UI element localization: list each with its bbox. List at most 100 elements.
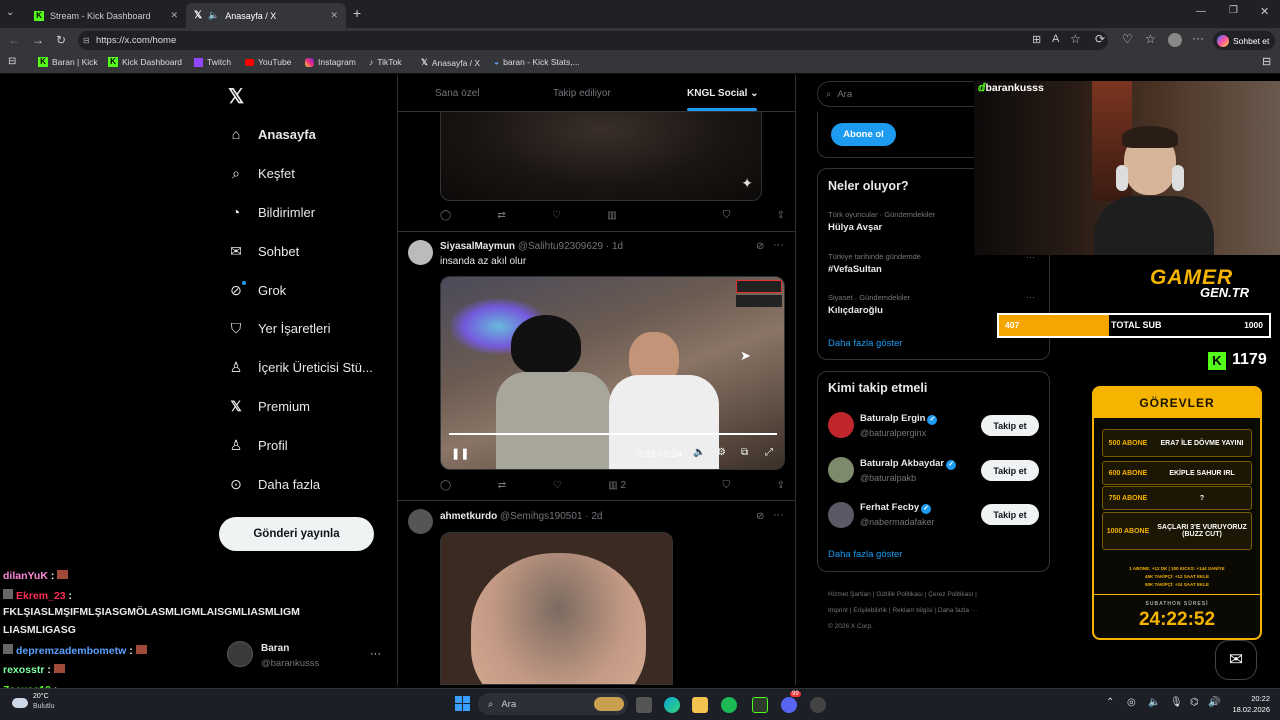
- edge-icon[interactable]: [664, 697, 680, 713]
- settings-gear-icon[interactable]: ⚙: [717, 447, 726, 458]
- messages-button[interactable]: ✉: [1215, 640, 1257, 680]
- bookmark-youtube[interactable]: YouTube: [245, 57, 291, 67]
- grok-icon[interactable]: ⊘: [756, 511, 764, 522]
- post-author-avatar[interactable]: [408, 240, 433, 265]
- more-menu-icon[interactable]: ···: [1192, 31, 1204, 45]
- reply-icon[interactable]: ◯: [440, 210, 451, 224]
- start-windows-icon[interactable]: [455, 696, 470, 711]
- follow-button[interactable]: Takip et: [981, 504, 1039, 525]
- url-field[interactable]: ⊟ https://x.com/home: [78, 31, 1108, 50]
- close-window-icon[interactable]: ✕: [1260, 5, 1269, 18]
- pause-icon[interactable]: ❚❚: [451, 447, 469, 460]
- tray-overflow-icon[interactable]: ⌃: [1106, 697, 1114, 708]
- footer-link[interactable]: Erişilebilirlik: [853, 607, 887, 614]
- bookmark-tiktok[interactable]: ♪ TikTok: [369, 57, 402, 67]
- volume-icon[interactable]: 🔈: [693, 447, 705, 458]
- tray-app-icon[interactable]: ◎: [1127, 697, 1136, 708]
- browser-essentials-icon[interactable]: ♡: [1122, 32, 1133, 46]
- like-icon[interactable]: ♡: [552, 210, 561, 224]
- follow-avatar[interactable]: [828, 412, 854, 438]
- footer-link[interactable]: Imprint: [828, 607, 848, 614]
- subscribe-button[interactable]: Abone ol: [831, 123, 896, 146]
- discord-icon[interactable]: [781, 697, 797, 713]
- like-icon[interactable]: ♡: [553, 480, 562, 494]
- post-time[interactable]: · 1d: [606, 241, 623, 252]
- new-tab-button[interactable]: +: [353, 5, 361, 21]
- follow-name[interactable]: Baturalp Akbaydar ✓: [860, 458, 957, 470]
- repost-icon[interactable]: ⇄: [498, 480, 506, 494]
- back-icon[interactable]: ←: [8, 33, 20, 47]
- post-author-handle[interactable]: @Semihgs190501: [500, 511, 582, 522]
- clock-time[interactable]: 20:22: [1232, 694, 1270, 703]
- bookmarks-overflow-icon[interactable]: ⊟: [1262, 55, 1271, 68]
- tab-for-you[interactable]: Sana özel: [435, 88, 479, 99]
- footer-link[interactable]: Reklam bilgisi: [892, 607, 932, 614]
- close-tab-icon[interactable]: ✕: [330, 10, 338, 21]
- maximize-icon[interactable]: ❐: [1229, 5, 1238, 16]
- post-image[interactable]: [440, 532, 673, 685]
- bookmark-instagram[interactable]: Instagram: [305, 57, 356, 67]
- network-icon[interactable]: ⌬: [1190, 697, 1199, 708]
- nav-notifications[interactable]: ◔ Bildirimler: [228, 204, 315, 220]
- site-info-icon[interactable]: ⊟: [83, 36, 90, 45]
- views-count[interactable]: ▥ 2: [608, 480, 626, 494]
- nav-explore[interactable]: ⌕ Keşfet: [228, 165, 295, 181]
- nav-more[interactable]: ⊙ Daha fazla: [228, 476, 320, 492]
- fullscreen-icon[interactable]: ⤢: [765, 447, 773, 458]
- app-icon[interactable]: [752, 697, 768, 713]
- extensions-icon[interactable]: ⟳: [1095, 32, 1105, 46]
- nav-chat[interactable]: ✉ Sohbet: [228, 243, 299, 259]
- nav-grok[interactable]: ⊘ Grok: [228, 281, 286, 298]
- weather-desc[interactable]: Bulutlu: [33, 703, 54, 710]
- spotify-icon[interactable]: [721, 697, 737, 713]
- profile-avatar[interactable]: [1168, 33, 1182, 47]
- reading-list-icon[interactable]: ⊟: [8, 56, 16, 67]
- forward-icon[interactable]: →: [32, 33, 44, 47]
- follow-button[interactable]: Takip et: [981, 460, 1039, 481]
- post-image-cropped[interactable]: ✦: [440, 111, 762, 201]
- tab-list-chevron-icon[interactable]: ⌄: [6, 7, 14, 18]
- repost-icon[interactable]: ⇄: [497, 210, 505, 224]
- nav-home[interactable]: ⌂ Anasayfa: [228, 126, 316, 142]
- tab-kngl-social[interactable]: KNGL Social ⌄: [687, 88, 759, 99]
- post-author-name[interactable]: ahmetkurdo: [440, 511, 497, 522]
- bookmark-twitch[interactable]: Twitch: [194, 57, 231, 67]
- read-aloud-icon[interactable]: A: [1052, 33, 1059, 45]
- tab-following[interactable]: Takip ediliyor: [553, 88, 611, 99]
- trend-item[interactable]: Siyaset · Gündemdekiler Kılıçdaroğlu: [828, 293, 910, 316]
- bookmark-x-home[interactable]: 𝕏 Anasayfa / X: [421, 57, 480, 68]
- footer-link[interactable]: Gizlilik Politikası: [876, 591, 923, 598]
- tray-speaker-icon[interactable]: 🔈: [1148, 697, 1160, 708]
- share-icon[interactable]: ⇪: [777, 210, 785, 224]
- bookmark-post-icon[interactable]: ⛉: [723, 210, 731, 224]
- footer-link[interactable]: Hizmet Şartları: [828, 591, 871, 598]
- post-author-handle[interactable]: @Salihtu92309629: [518, 241, 603, 252]
- post-author-avatar[interactable]: [408, 509, 433, 534]
- file-explorer-icon[interactable]: [692, 697, 708, 713]
- nav-bookmarks[interactable]: ⛉ Yer İşaretleri: [228, 320, 331, 336]
- account-menu-icon[interactable]: ···: [370, 648, 381, 660]
- follow-avatar[interactable]: [828, 457, 854, 483]
- trend-item[interactable]: Türk oyuncular · Gündemdekiler Hülya Avşa…: [828, 210, 935, 233]
- pip-icon[interactable]: ⧉: [741, 447, 748, 458]
- tab-kick-dashboard[interactable]: K Stream - Kick Dashboard ✕: [26, 3, 186, 28]
- search-input[interactable]: ⌕ Ara: [817, 81, 987, 107]
- follow-name[interactable]: Baturalp Ergin ✓: [860, 413, 938, 425]
- bookmark-kick-stats[interactable]: ◒ baran - Kick Stats,...: [494, 57, 580, 67]
- footer-link[interactable]: Daha fazla ···: [938, 607, 977, 614]
- nav-profile[interactable]: ♙ Profil: [228, 437, 288, 453]
- grok-icon[interactable]: ⊘: [756, 241, 764, 252]
- bookmark-baran-kick[interactable]: K Baran | Kick: [38, 57, 98, 67]
- share-icon[interactable]: ⇪: [777, 480, 785, 494]
- microphone-icon[interactable]: 🎙: [1170, 697, 1183, 708]
- trend-more-icon[interactable]: ···: [1026, 292, 1035, 302]
- clock-date[interactable]: 18.02.2026: [1224, 705, 1270, 714]
- weather-cloud-icon[interactable]: [12, 698, 28, 708]
- bookmark-post-icon[interactable]: ⛉: [723, 480, 731, 494]
- nav-creator-studio[interactable]: ♙ İçerik Üreticisi Stü...: [228, 359, 373, 375]
- reply-icon[interactable]: ◯: [440, 480, 451, 494]
- who-show-more[interactable]: Daha fazla göster: [828, 549, 902, 560]
- x-home-logo-icon[interactable]: 𝕏: [228, 84, 244, 109]
- account-avatar[interactable]: [227, 641, 253, 667]
- obs-icon[interactable]: [810, 697, 826, 713]
